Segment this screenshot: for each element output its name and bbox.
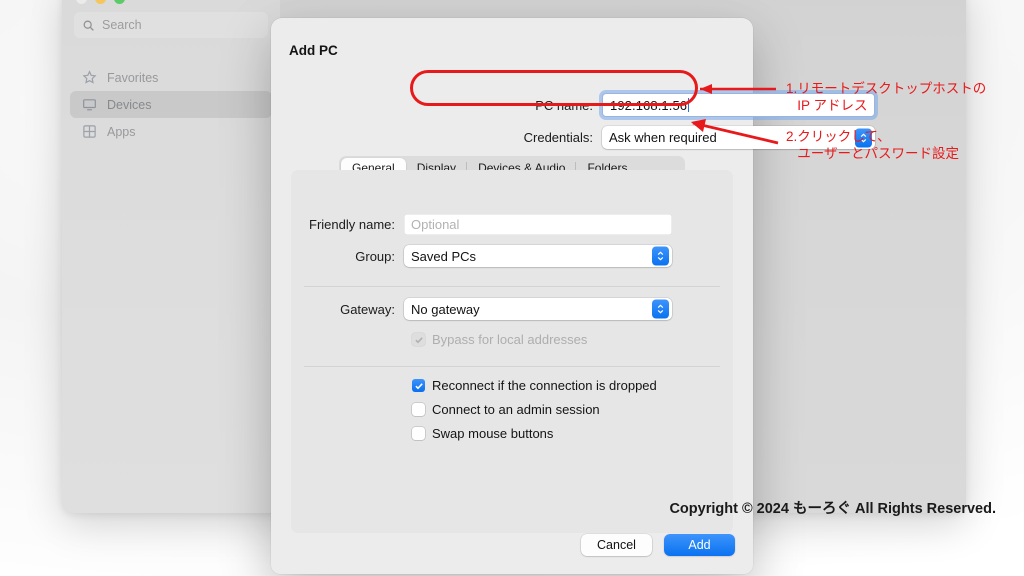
- checkbox-box[interactable]: [412, 379, 425, 392]
- group-label: Group:: [355, 248, 395, 264]
- chevron-updown-icon[interactable]: [855, 128, 872, 147]
- sidebar-item-label: Devices: [107, 97, 152, 112]
- dialog-footer: Cancel Add: [581, 534, 735, 556]
- search-placeholder: Search: [102, 18, 142, 32]
- checkbox-box: [412, 333, 425, 346]
- swap-mouse-buttons-checkbox[interactable]: Swap mouse buttons: [412, 426, 553, 441]
- checkbox-label: Bypass for local addresses: [432, 332, 588, 347]
- friendly-name-label: Friendly name:: [309, 217, 395, 232]
- sidebar-item-favorites[interactable]: Favorites: [70, 64, 272, 91]
- star-icon: [82, 70, 97, 85]
- sidebar-item-devices[interactable]: Devices: [70, 91, 272, 118]
- general-tab-panel: Friendly name: Optional Group: Saved PCs…: [291, 170, 733, 533]
- credentials-row: Credentials: Ask when required: [507, 126, 875, 149]
- pc-name-label: PC name:: [535, 97, 593, 113]
- sidebar-nav: Favorites Devices Apps: [62, 64, 280, 145]
- panel-divider-2: [304, 366, 720, 367]
- pc-name-row: PC name: 192.168.1.56: [507, 93, 875, 117]
- credentials-value: Ask when required: [609, 130, 717, 145]
- sidebar: Search Favorites Devices Apps: [62, 0, 280, 513]
- sidebar-item-label: Favorites: [107, 70, 159, 85]
- friendly-name-placeholder: Optional: [411, 217, 460, 232]
- checkbox-box[interactable]: [412, 427, 425, 440]
- credentials-label: Credentials:: [523, 130, 593, 145]
- pc-name-input[interactable]: 192.168.1.56: [602, 93, 875, 117]
- checkbox-label: Swap mouse buttons: [432, 426, 554, 441]
- add-button[interactable]: Add: [664, 534, 735, 556]
- chevron-updown-icon[interactable]: [652, 299, 669, 319]
- panel-divider-1: [304, 286, 720, 287]
- dialog-title: Add PC: [289, 43, 338, 58]
- group-select[interactable]: Saved PCs: [404, 245, 672, 267]
- credentials-select[interactable]: Ask when required: [602, 126, 875, 149]
- text-caret: [688, 98, 690, 112]
- search-icon: [82, 19, 95, 32]
- gateway-value: No gateway: [411, 301, 480, 317]
- group-row: Group: Saved PCs: [297, 245, 672, 267]
- add-pc-dialog: Add PC PC name: 192.168.1.56 Credentials…: [271, 18, 875, 574]
- pc-name-value: 192.168.1.56: [610, 97, 688, 113]
- sidebar-item-apps[interactable]: Apps: [70, 118, 272, 145]
- sidebar-item-label: Apps: [107, 124, 136, 139]
- apps-grid-icon: [82, 124, 97, 139]
- bypass-local-addresses-checkbox: Bypass for local addresses: [412, 332, 587, 347]
- checkbox-label: Connect to an admin session: [432, 402, 600, 417]
- friendly-name-input[interactable]: Optional: [404, 214, 672, 235]
- copyright-watermark: Copyright © 2024 もーろぐ All Rights Reserve…: [669, 501, 996, 517]
- chevron-updown-icon[interactable]: [652, 246, 669, 266]
- monitor-icon: [82, 97, 97, 112]
- gateway-label: Gateway:: [340, 301, 395, 317]
- reconnect-checkbox[interactable]: Reconnect if the connection is dropped: [412, 378, 657, 393]
- cancel-button[interactable]: Cancel: [581, 534, 652, 556]
- search-input[interactable]: Search: [74, 12, 268, 38]
- friendly-name-row: Friendly name: Optional: [297, 214, 672, 235]
- group-value: Saved PCs: [411, 248, 477, 264]
- checkbox-label: Reconnect if the connection is dropped: [432, 378, 657, 393]
- gateway-select[interactable]: No gateway: [404, 298, 672, 320]
- gateway-row: Gateway: No gateway: [297, 298, 672, 320]
- checkbox-box[interactable]: [412, 403, 425, 416]
- admin-session-checkbox[interactable]: Connect to an admin session: [412, 402, 600, 417]
